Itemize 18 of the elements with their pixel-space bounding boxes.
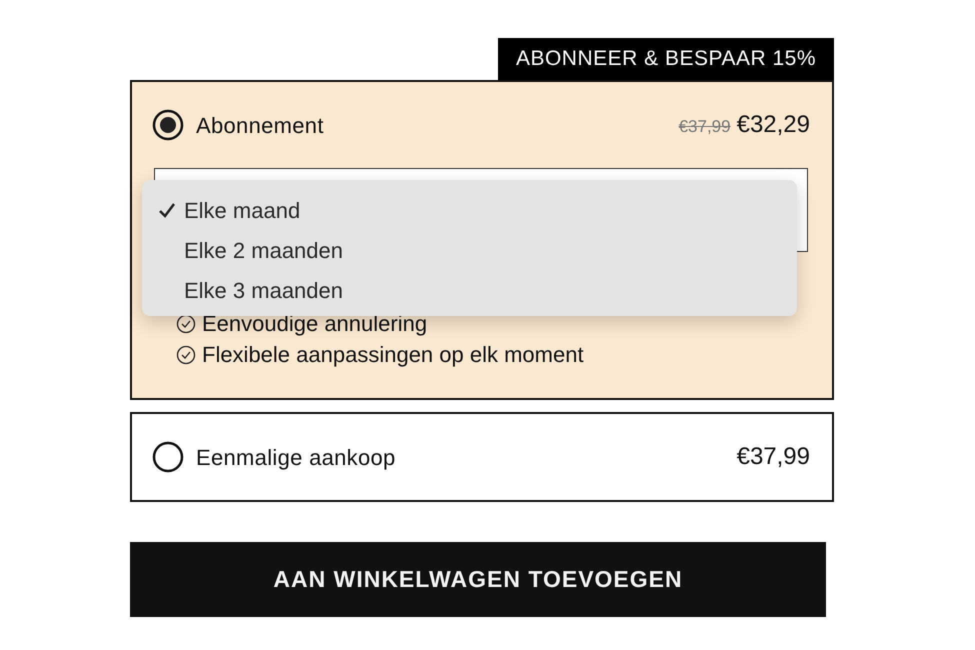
check-circle-icon xyxy=(176,314,196,334)
price: €37,99 xyxy=(736,442,810,472)
original-price: €37,99 xyxy=(678,116,731,138)
plan-label: Abonnement xyxy=(196,112,324,140)
benefit-text: Eenvoudige annulering xyxy=(202,310,428,338)
check-circle-icon xyxy=(176,344,196,364)
dropdown-option[interactable]: Elke 2 maanden xyxy=(142,230,797,270)
plan-label: Eenmalige aankoop xyxy=(196,444,396,472)
radio-button[interactable] xyxy=(152,109,184,141)
promo-badge: ABONNEER & BESPAAR 15% xyxy=(498,38,834,80)
price: €32,29 xyxy=(736,110,810,140)
dropdown-option[interactable]: Elke maand xyxy=(142,190,797,230)
add-to-cart-button[interactable]: AAN WINKELWAGEN TOEVOEGEN xyxy=(130,542,826,617)
radio-button[interactable] xyxy=(152,441,184,473)
plan-option-card[interactable]: Abonnement €37,99 €32,29 Elke maand Elke 2 maanden Elke 3 maanden Eenvoudige annulering Flexibele aanpassingen op elk moment xyxy=(130,80,834,400)
dropdown-option[interactable]: Elke 3 maanden xyxy=(142,270,797,310)
plan-option-card[interactable]: Eenmalige aankoop €37,99 xyxy=(130,412,834,502)
benefit-text: Flexibele aanpassingen op elk moment xyxy=(202,341,584,369)
